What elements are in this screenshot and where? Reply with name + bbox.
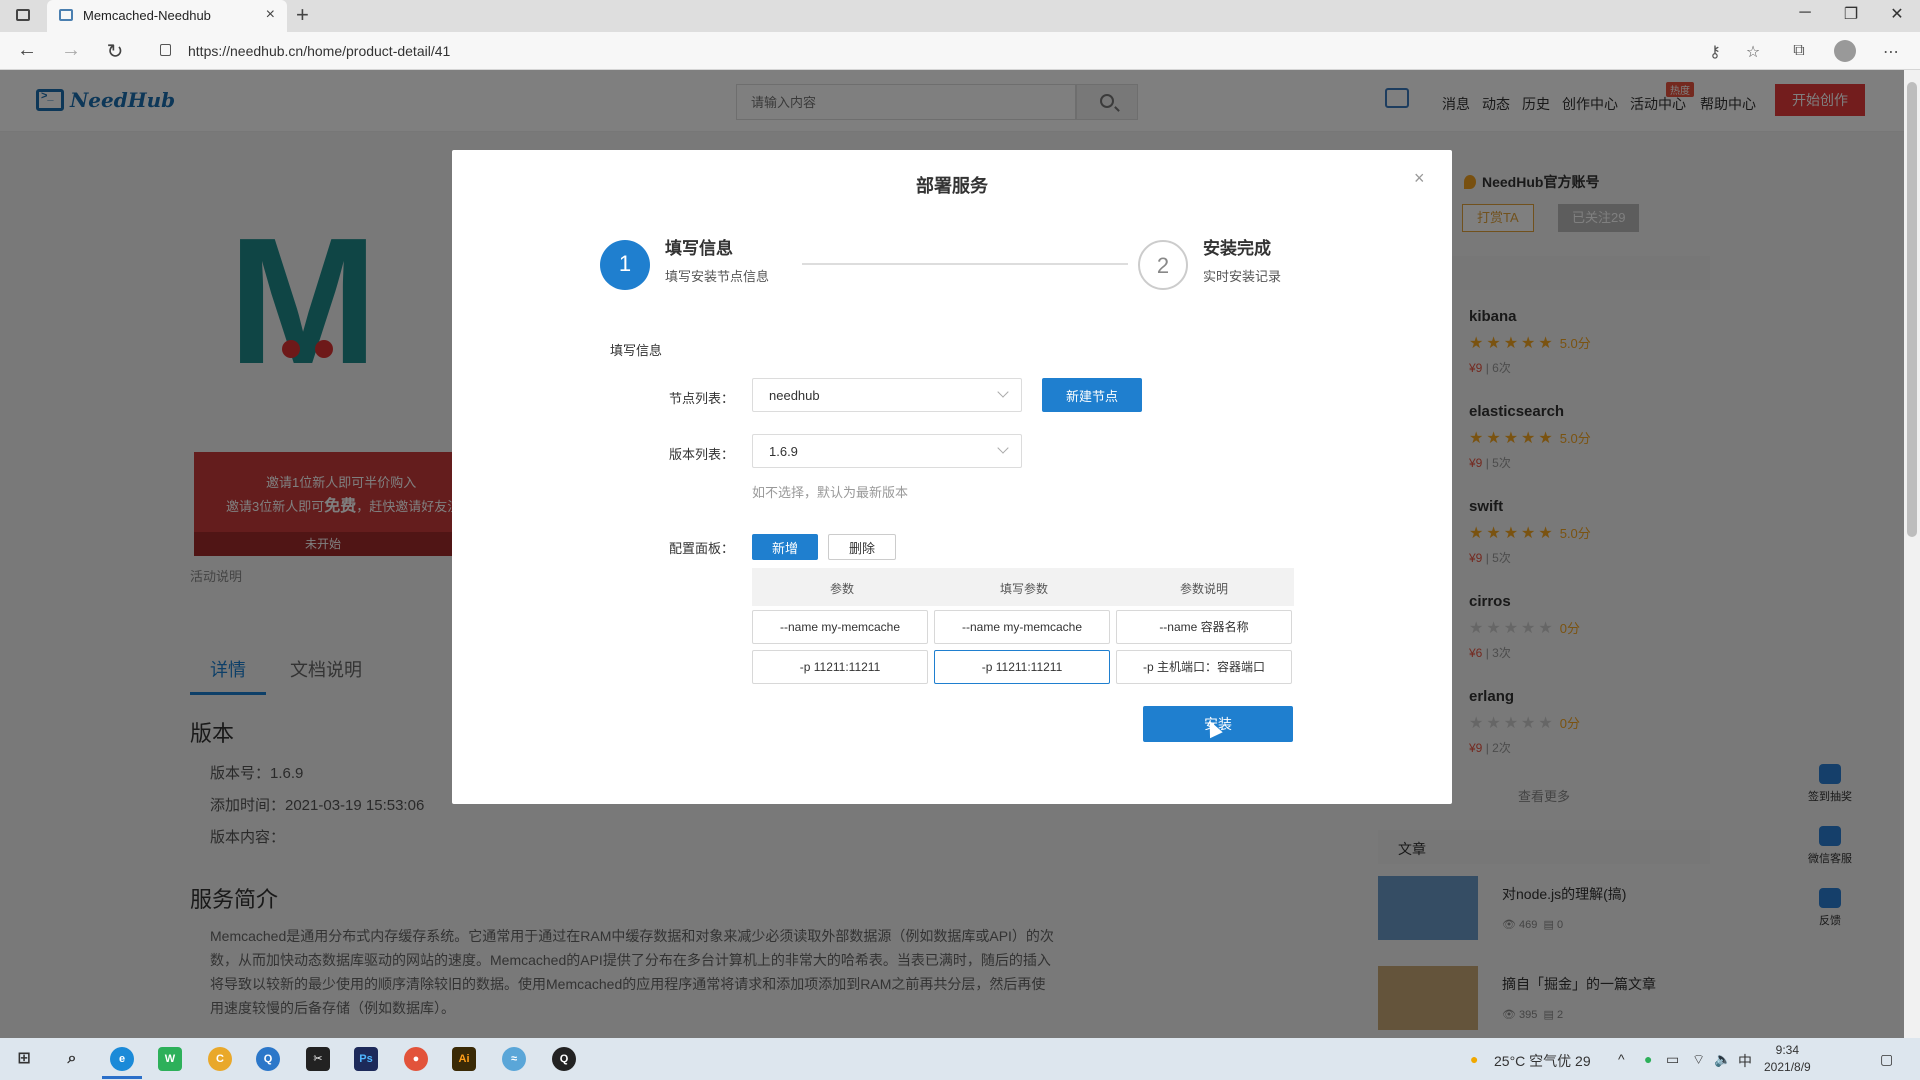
version-hint: 如不选择，默认为最新版本 [752, 485, 909, 500]
param-input[interactable]: --name my-memcache [934, 610, 1110, 644]
tray-wechat-icon[interactable]: ● [1644, 1051, 1652, 1067]
search-taskbar-icon[interactable]: ⌕ [60, 1047, 84, 1071]
config-panel-label: 配置面板： [668, 541, 734, 556]
step-1-title: 填写信息 [665, 239, 733, 258]
wechat-app-icon[interactable]: W [158, 1047, 182, 1071]
profile-avatar[interactable] [1834, 40, 1856, 62]
lock-icon [160, 44, 171, 56]
volume-icon[interactable]: 🔈 [1714, 1051, 1731, 1068]
refresh-icon[interactable]: ↻ [102, 39, 128, 64]
header-param-desc: 参数说明 [1179, 582, 1228, 596]
back-icon[interactable]: ← [14, 39, 40, 62]
param-cell: -p 11211:11211 [752, 650, 928, 684]
active-app-indicator [102, 1076, 142, 1079]
notification-icon[interactable]: ▢ [1880, 1051, 1893, 1068]
param-cell: --name my-memcache [752, 610, 928, 644]
windows-taskbar: ⊞ ⌕ e W C Q ✂ Ps ● Ai ≈ Q ● 25°C 空气优 29 … [0, 1038, 1920, 1080]
new-tab-icon[interactable]: + [296, 2, 309, 28]
dialog-close-icon[interactable]: × [1414, 168, 1425, 189]
capcut-icon[interactable]: ✂ [306, 1047, 330, 1071]
param-desc-cell: -p 主机端口：容器端口 [1116, 650, 1292, 684]
sync-app-icon[interactable]: ≈ [502, 1047, 526, 1071]
chevron-down-icon [997, 386, 1009, 398]
battery-icon[interactable]: ▭ [1666, 1051, 1679, 1068]
illustrator-icon[interactable]: Ai [452, 1047, 476, 1071]
qq-icon[interactable]: Q [552, 1047, 576, 1071]
form-section-label: 填写信息 [610, 343, 663, 358]
dialog-title: 部署服务 [916, 176, 988, 196]
tab-actions-icon[interactable] [16, 9, 30, 21]
header-param: 参数 [829, 582, 854, 596]
node-list-label: 节点列表： [668, 391, 734, 406]
chevron-down-icon [997, 442, 1009, 454]
step-2-desc: 实时安装记录 [1203, 269, 1282, 284]
browser-tabbar: Memcached-Needhub × + ─ ❐ ✕ [0, 0, 1920, 32]
version-list-select[interactable]: 1.6.9 [752, 434, 1022, 468]
config-table-header: 参数 填写参数 参数说明 [752, 568, 1294, 606]
minimize-icon[interactable]: ─ [1795, 4, 1815, 22]
step-1-indicator: 1 [600, 240, 650, 290]
step-2-title: 安装完成 [1203, 239, 1271, 258]
key-icon[interactable]: ⚷ [1704, 42, 1726, 62]
step-connector [802, 263, 1128, 265]
browser-app-icon[interactable]: Q [256, 1047, 280, 1071]
tab-close-icon[interactable]: × [266, 6, 275, 24]
network-icon[interactable]: ⌔ [1692, 1051, 1705, 1069]
page-scrollbar-thumb[interactable] [1907, 82, 1917, 537]
weather-icon: ● [1470, 1051, 1479, 1067]
system-clock[interactable]: 9:34 2021/8/9 [1764, 1042, 1811, 1076]
tab-title: Memcached-Needhub [83, 8, 211, 23]
favicon-icon [59, 9, 73, 21]
param-desc-cell: --name 容器名称 [1116, 610, 1292, 644]
more-menu-icon[interactable]: ⋯ [1880, 42, 1902, 62]
add-param-button[interactable]: 新增 [752, 534, 818, 560]
favorite-add-icon[interactable]: ☆ [1742, 42, 1764, 62]
address-bar: ← → ↻ https://needhub.cn/home/product-de… [0, 32, 1920, 70]
forward-icon[interactable]: → [58, 39, 84, 62]
param-input[interactable]: -p 11211:11211 [934, 650, 1110, 684]
edge-icon[interactable]: e [110, 1047, 134, 1071]
chrome-icon[interactable]: C [208, 1047, 232, 1071]
start-icon[interactable]: ⊞ [12, 1047, 36, 1071]
node-list-select[interactable]: needhub [752, 378, 1022, 412]
media-app-icon[interactable]: ● [404, 1047, 428, 1071]
browser-tab[interactable]: Memcached-Needhub × [47, 0, 287, 32]
restore-icon[interactable]: ❐ [1841, 4, 1861, 24]
delete-param-button[interactable]: 删除 [828, 534, 896, 560]
weather-text[interactable]: 25°C 空气优 29 [1494, 1051, 1591, 1071]
window-close-icon[interactable]: ✕ [1887, 4, 1907, 24]
new-node-button[interactable]: 新建节点 [1042, 378, 1142, 412]
step-1-desc: 填写安装节点信息 [665, 269, 770, 284]
tray-expand-icon[interactable]: ^ [1618, 1051, 1625, 1067]
url-field[interactable]: https://needhub.cn/home/product-detail/4… [188, 43, 450, 59]
deploy-service-dialog: 部署服务 × 1 填写信息 填写安装节点信息 2 安装完成 实时安装记录 填写信… [452, 150, 1452, 804]
photoshop-icon[interactable]: Ps [354, 1047, 378, 1071]
collections-icon[interactable]: ⧉ [1788, 42, 1810, 60]
header-fill-param: 填写参数 [999, 582, 1048, 596]
step-2-indicator: 2 [1138, 240, 1188, 290]
ime-icon[interactable]: 中 [1738, 1051, 1752, 1071]
version-list-label: 版本列表： [668, 447, 734, 462]
